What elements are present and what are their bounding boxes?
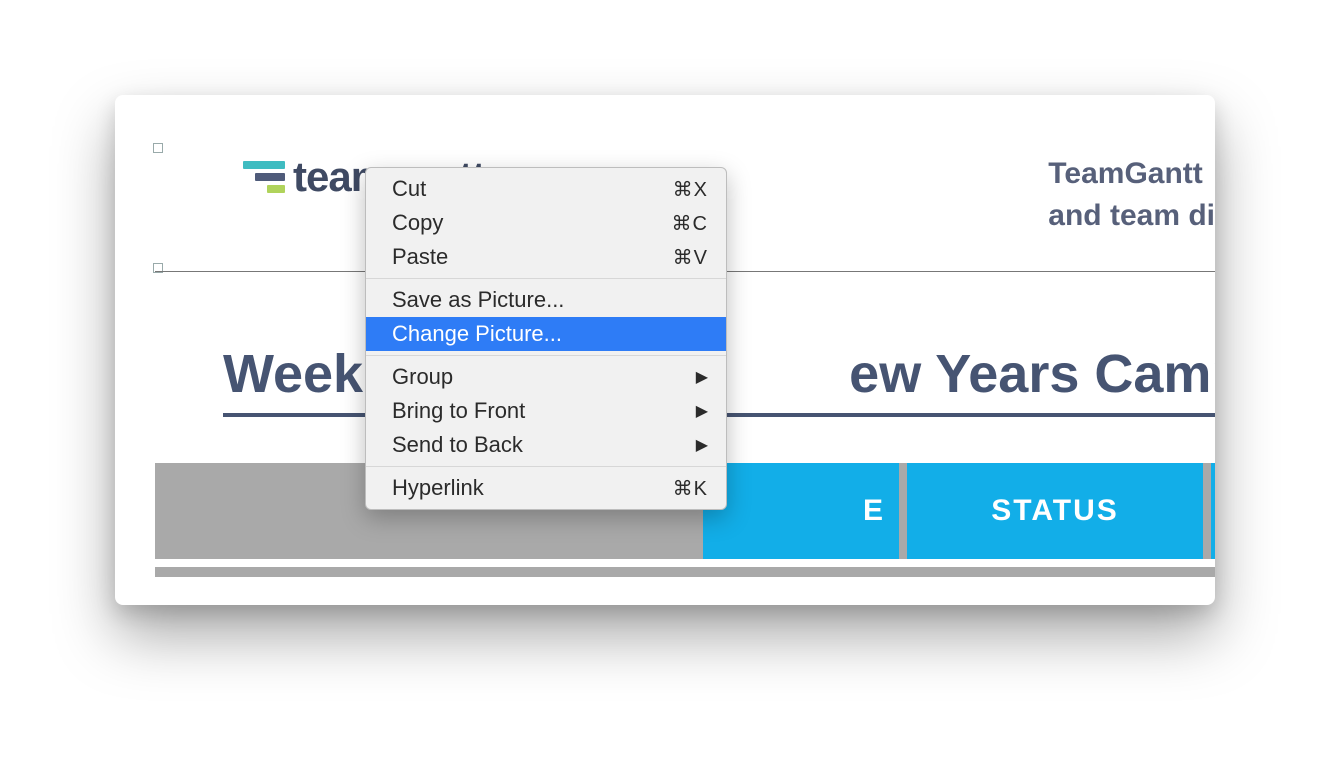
screenshot-frame: teamgantt TeamGantt and team di Weekly S… (115, 95, 1215, 605)
header-text: TeamGantt and team di (1048, 153, 1215, 237)
document-canvas: teamgantt TeamGantt and team di Weekly S… (143, 123, 1215, 577)
menu-separator (366, 278, 726, 279)
selection-handle[interactable] (153, 143, 163, 153)
chevron-right-icon: ▶ (696, 367, 708, 387)
menu-item-send-to-back[interactable]: Send to Back ▶ (366, 428, 726, 462)
menu-item-group[interactable]: Group ▶ (366, 360, 726, 394)
menu-separator (366, 466, 726, 467)
table-header-cell: E (703, 463, 899, 559)
table-header-status: STATUS (907, 463, 1203, 559)
header-line2: and team di (1048, 195, 1215, 237)
menu-separator (366, 355, 726, 356)
menu-item-hyperlink[interactable]: Hyperlink ⌘K (366, 471, 726, 505)
menu-item-bring-to-front[interactable]: Bring to Front ▶ (366, 394, 726, 428)
chevron-right-icon: ▶ (696, 401, 708, 421)
chevron-right-icon: ▶ (696, 435, 708, 455)
header-line1: TeamGantt (1048, 153, 1215, 195)
logo-icon (243, 161, 285, 193)
menu-item-save-as-picture[interactable]: Save as Picture... (366, 283, 726, 317)
table-row (155, 567, 1215, 577)
menu-item-copy[interactable]: Copy ⌘C (366, 206, 726, 240)
menu-item-change-picture[interactable]: Change Picture... (366, 317, 726, 351)
menu-item-paste[interactable]: Paste ⌘V (366, 240, 726, 274)
context-menu: Cut ⌘X Copy ⌘C Paste ⌘V Save as Picture.… (365, 167, 727, 510)
table-header-cell (1211, 463, 1215, 559)
menu-item-cut[interactable]: Cut ⌘X (366, 172, 726, 206)
